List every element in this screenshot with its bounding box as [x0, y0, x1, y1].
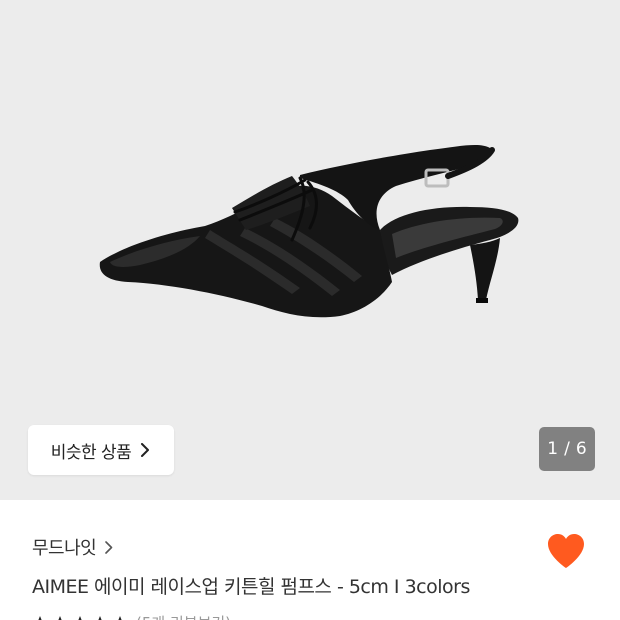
- product-title: AIMEE 에이미 레이스업 키튼힐 펌프스 - 5cm I 3colors: [32, 576, 470, 598]
- product-info-section: 무드나잇 AIMEE 에이미 레이스업 키튼힐 펌프스 - 5cm I 3col…: [0, 500, 620, 620]
- counter-current: 1: [547, 439, 559, 459]
- star-icon: [118, 615, 122, 620]
- star-icon: [38, 615, 42, 620]
- product-image-carousel[interactable]: 비슷한 상품 1 / 6: [0, 0, 620, 500]
- star-icon: [98, 615, 102, 620]
- brand-link[interactable]: 무드나잇: [32, 534, 114, 560]
- similar-products-button[interactable]: 비슷한 상품: [28, 425, 174, 475]
- brand-name: 무드나잇: [32, 538, 97, 559]
- rating-row[interactable]: (5개 리뷰보기): [32, 612, 231, 620]
- chevron-right-icon: [105, 540, 113, 554]
- review-link[interactable]: (5개 리뷰보기): [136, 612, 231, 620]
- similar-products-label: 비슷한 상품: [50, 442, 132, 463]
- chevron-right-icon: [141, 443, 150, 457]
- counter-total: 6: [575, 439, 587, 459]
- star-icon: [78, 615, 82, 620]
- star-icon: [58, 615, 62, 620]
- heart-icon[interactable]: [545, 532, 587, 570]
- counter-separator: /: [564, 439, 570, 459]
- image-page-counter: 1 / 6: [539, 427, 595, 471]
- product-detail-page: 비슷한 상품 1 / 6 무드나잇 AIMEE 에이미 레이스업 키튼힐 펌프스…: [0, 0, 620, 620]
